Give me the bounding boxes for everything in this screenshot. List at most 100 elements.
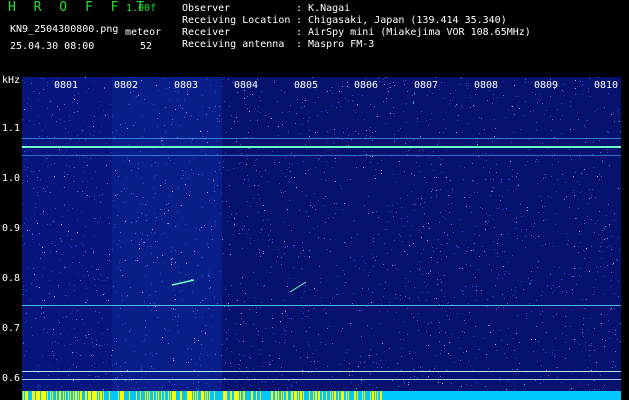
noise-speck [611,114,612,115]
noise-speck [90,134,91,135]
noise-speck [413,204,414,205]
noise-speck [524,115,525,116]
noise-speck [557,179,558,180]
noise-speck [512,176,513,177]
noise-speck [41,307,42,308]
noise-speck [556,191,557,192]
time-mark [164,391,165,400]
noise-speck [79,262,80,263]
noise-speck [45,191,46,192]
noise-speck [540,360,541,361]
noise-speck [450,308,451,309]
noise-speck [143,242,144,243]
noise-speck [309,346,310,347]
noise-speck [471,250,472,251]
noise-speck [288,131,289,132]
noise-speck [457,313,458,314]
noise-speck [116,363,117,364]
noise-speck [64,267,65,268]
y-tick-label: 1.0 [2,173,21,184]
noise-speck [217,118,218,119]
noise-speck [314,193,315,194]
noise-speck [447,235,448,236]
noise-speck [453,97,454,98]
noise-speck [260,354,261,355]
noise-speck [47,166,48,167]
noise-speck [44,252,45,253]
noise-speck [109,254,110,255]
noise-speck [332,343,333,344]
noise-speck [579,184,580,185]
noise-speck [381,367,382,368]
noise-speck [470,97,471,98]
noise-speck [87,165,88,166]
noise-speck [537,130,538,131]
noise-speck [200,130,201,131]
noise-speck [404,171,405,172]
noise-speck [240,283,241,284]
noise-speck [246,233,247,234]
noise-speck [491,191,492,192]
noise-speck [209,288,210,289]
noise-speck [125,221,126,222]
noise-speck [348,100,349,101]
noise-speck [525,82,526,83]
noise-speck [330,303,331,304]
noise-speck [109,223,110,224]
noise-speck [409,245,410,246]
noise-speck [438,142,439,143]
noise-speck [179,125,180,126]
noise-speck [315,167,316,168]
noise-speck [439,132,440,133]
noise-speck [64,104,65,105]
noise-speck [241,153,242,154]
noise-speck [294,156,295,157]
noise-speck [594,232,595,233]
noise-speck [202,317,203,318]
noise-speck [499,377,500,378]
noise-speck [538,161,539,162]
noise-speck [618,188,619,189]
noise-speck [516,186,517,187]
noise-speck [90,375,91,376]
noise-speck [198,174,199,175]
noise-speck [117,194,118,195]
noise-speck [320,342,321,343]
noise-speck [429,228,430,229]
time-mark [122,391,123,400]
noise-speck [272,381,273,382]
noise-speck [290,171,291,172]
noise-speck [521,216,522,217]
time-mark [118,391,119,400]
noise-speck [129,377,130,378]
noise-speck [100,217,101,218]
noise-speck [475,277,476,278]
noise-speck [102,152,103,153]
noise-speck [56,359,57,360]
noise-speck [219,271,220,272]
noise-speck [104,293,105,294]
noise-speck [480,207,481,208]
noise-speck [516,222,517,223]
noise-speck [24,223,25,224]
noise-speck [77,111,78,112]
time-mark [76,391,77,400]
noise-speck [71,247,72,248]
noise-speck [265,170,266,171]
noise-speck [202,95,203,96]
noise-speck [114,137,115,138]
noise-speck [167,223,168,224]
noise-speck [96,344,97,345]
noise-speck [72,262,73,263]
noise-speck [112,350,113,351]
noise-speck [128,104,129,105]
noise-speck [473,105,474,106]
noise-speck [417,121,418,122]
noise-speck [145,266,146,267]
noise-speck [411,225,412,226]
noise-speck [361,380,362,381]
time-mark [362,391,363,400]
noise-speck [424,214,425,215]
noise-speck [211,326,212,327]
noise-speck [478,383,479,384]
